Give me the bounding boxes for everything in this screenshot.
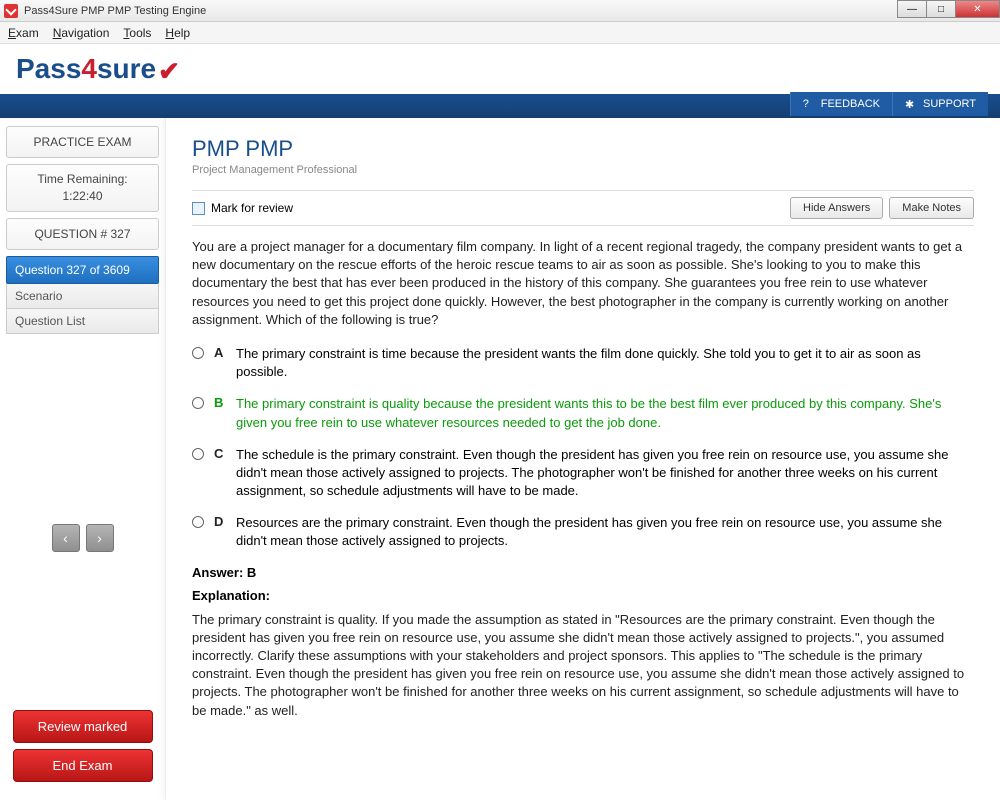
question-number-panel: QUESTION # 327 [6, 218, 159, 250]
prev-button[interactable]: ‹ [52, 524, 80, 552]
feedback-tab[interactable]: ? FEEDBACK [790, 92, 892, 116]
menu-exam[interactable]: Exam [8, 26, 39, 40]
app-icon [4, 4, 18, 18]
active-question-item[interactable]: Question 327 of 3609 [6, 256, 159, 284]
question-list-item[interactable]: Question List [6, 309, 159, 334]
option-a[interactable]: A The primary constraint is time because… [192, 345, 974, 381]
explanation-label: Explanation: [192, 588, 974, 603]
option-text: The schedule is the primary constraint. … [236, 446, 974, 501]
logo-four: 4 [81, 53, 97, 84]
logo-row: Pass4sure✔ [0, 44, 1000, 94]
option-letter: B [214, 395, 226, 410]
time-remaining-panel: Time Remaining: 1:22:40 [6, 164, 159, 212]
hide-answers-button[interactable]: Hide Answers [790, 197, 883, 219]
time-remaining-value: 1:22:40 [11, 188, 154, 205]
logo-sure: sure [97, 53, 156, 84]
close-button[interactable]: ✕ [955, 0, 1000, 18]
support-label: SUPPORT [923, 98, 976, 110]
mark-review-label: Mark for review [211, 201, 293, 215]
explanation-text: The primary constraint is quality. If yo… [192, 611, 974, 720]
radio-b[interactable] [192, 397, 204, 409]
option-letter: D [214, 514, 226, 529]
top-right-tabs: ? FEEDBACK ✱ SUPPORT [790, 92, 988, 116]
gear-icon: ✱ [905, 98, 917, 110]
option-text: Resources are the primary constraint. Ev… [236, 514, 974, 550]
window-titlebar: Pass4Sure PMP PMP Testing Engine — □ ✕ [0, 0, 1000, 22]
nav-arrows: ‹ › [6, 524, 159, 552]
window-title: Pass4Sure PMP PMP Testing Engine [24, 5, 206, 17]
blue-bar: ? FEEDBACK ✱ SUPPORT [0, 94, 1000, 118]
review-marked-button[interactable]: Review marked [13, 710, 153, 743]
mark-review-checkbox[interactable] [192, 202, 205, 215]
main-panel: PMP PMP Project Management Professional … [165, 118, 1000, 800]
option-letter: C [214, 446, 226, 461]
sidebar: PRACTICE EXAM Time Remaining: 1:22:40 QU… [0, 118, 165, 800]
option-text: The primary constraint is time because t… [236, 345, 974, 381]
maximize-button[interactable]: □ [926, 0, 956, 18]
radio-d[interactable] [192, 516, 204, 528]
option-letter: A [214, 345, 226, 360]
support-tab[interactable]: ✱ SUPPORT [892, 92, 988, 116]
options-list: A The primary constraint is time because… [192, 345, 974, 551]
exam-title: PMP PMP [192, 136, 974, 162]
logo-pass: Pass [16, 53, 81, 84]
exam-action-buttons: Review marked End Exam [6, 710, 159, 792]
radio-a[interactable] [192, 347, 204, 359]
menu-bar: Exam Navigation Tools Help [0, 22, 1000, 44]
content-area: PRACTICE EXAM Time Remaining: 1:22:40 QU… [0, 118, 1000, 800]
practice-exam-panel: PRACTICE EXAM [6, 126, 159, 158]
menu-tools[interactable]: Tools [123, 26, 151, 40]
next-button[interactable]: › [86, 524, 114, 552]
time-remaining-label: Time Remaining: [11, 171, 154, 188]
scenario-item[interactable]: Scenario [6, 284, 159, 309]
option-d[interactable]: D Resources are the primary constraint. … [192, 514, 974, 550]
make-notes-button[interactable]: Make Notes [889, 197, 974, 219]
question-text: You are a project manager for a document… [192, 238, 974, 329]
question-toolbar: Mark for review Hide Answers Make Notes [192, 190, 974, 226]
minimize-button[interactable]: — [897, 0, 927, 18]
window-controls: — □ ✕ [898, 0, 1000, 18]
menu-navigation[interactable]: Navigation [53, 26, 110, 40]
exam-subtitle: Project Management Professional [192, 164, 974, 176]
radio-c[interactable] [192, 448, 204, 460]
feedback-label: FEEDBACK [821, 98, 880, 110]
option-c[interactable]: C The schedule is the primary constraint… [192, 446, 974, 501]
menu-help[interactable]: Help [165, 26, 190, 40]
option-b[interactable]: B The primary constraint is quality beca… [192, 395, 974, 431]
option-text: The primary constraint is quality becaus… [236, 395, 974, 431]
answer-label: Answer: B [192, 565, 974, 580]
logo-check-icon: ✔ [158, 56, 180, 87]
question-icon: ? [803, 98, 815, 110]
end-exam-button[interactable]: End Exam [13, 749, 153, 782]
logo: Pass4sure✔ [16, 53, 180, 85]
